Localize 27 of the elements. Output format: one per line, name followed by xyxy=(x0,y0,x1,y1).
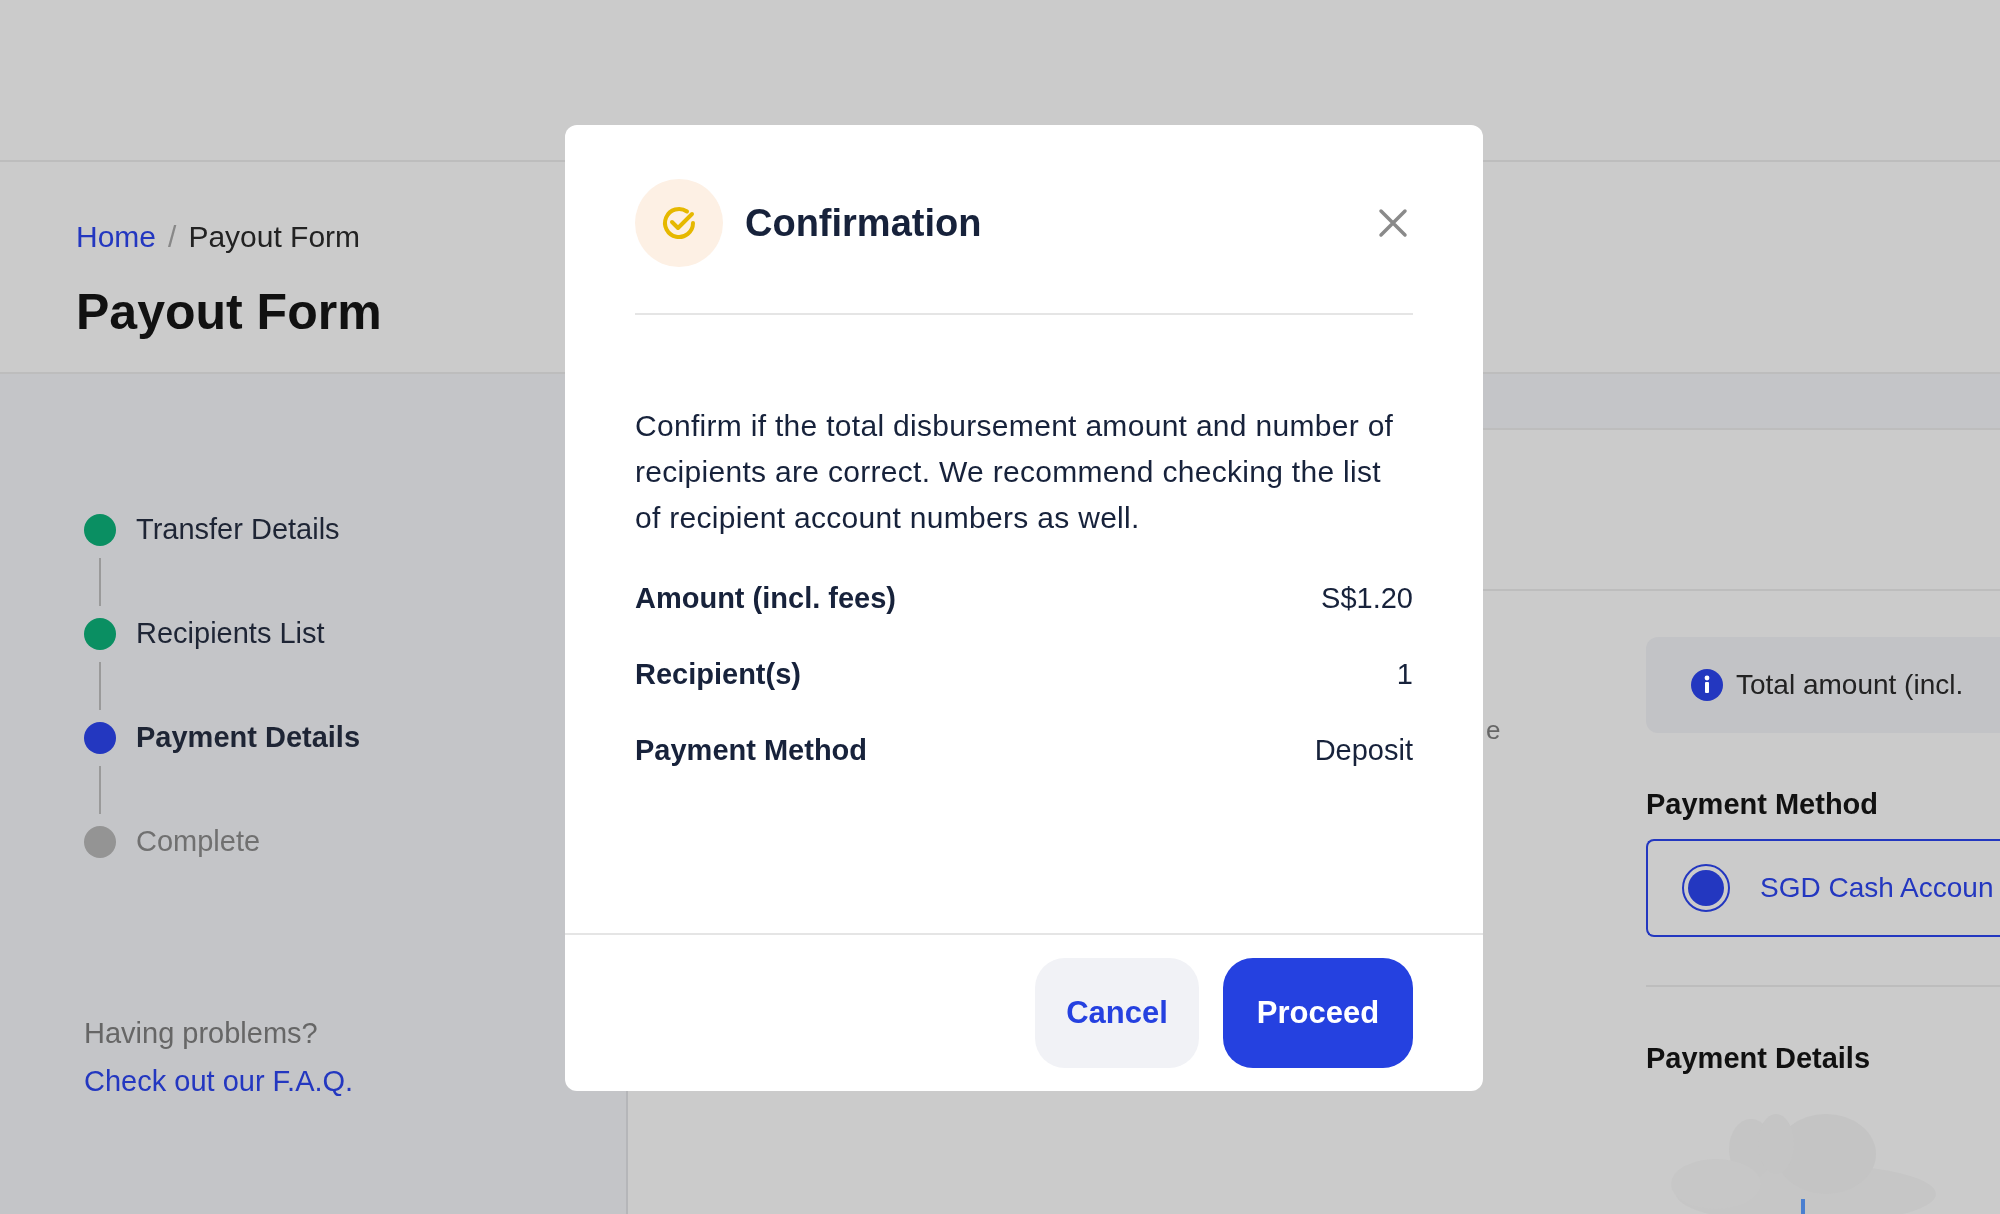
cancel-button[interactable]: Cancel xyxy=(1035,958,1199,1068)
step-label: Complete xyxy=(136,824,261,860)
info-text: Total amount (incl. xyxy=(1736,668,1964,702)
step-label: Transfer Details xyxy=(136,512,340,548)
row-label: Recipient(s) xyxy=(635,657,801,693)
row-value: 1 xyxy=(1396,657,1413,693)
breadcrumb-link[interactable]: Home xyxy=(76,214,157,259)
row-label: Amount (incl. fees) xyxy=(635,581,896,617)
breadcrumb-separator: / xyxy=(168,219,177,255)
step-label: Recipients List xyxy=(136,616,325,652)
breadcrumb-current: Payout Form xyxy=(188,219,361,255)
payment-option[interactable]: SGD Cash Accoun xyxy=(1646,838,2000,937)
page-title: Payout Form xyxy=(76,283,383,342)
help-text: Having problems? xyxy=(84,1016,319,1051)
dialog-title: Confirmation xyxy=(745,200,983,246)
step-label: Payment Details xyxy=(136,720,361,756)
text-fragment: e xyxy=(1486,715,1501,745)
section-heading: Payment Method xyxy=(1646,787,1880,822)
option-label: SGD Cash Accoun xyxy=(1760,870,1994,905)
row-value: Deposit xyxy=(1314,733,1413,769)
dialog-message: Confirm if the total disbursement amount and number of recipients are correct. We recommend checking the list of recipient account numbers as well. xyxy=(635,408,1395,536)
row-value: S$1.20 xyxy=(1321,581,1413,617)
radio-button[interactable] xyxy=(1682,863,1730,912)
section-heading: Payment Details xyxy=(1646,1040,1872,1076)
info-icon xyxy=(1690,668,1724,702)
proceed-button[interactable]: Proceed xyxy=(1223,958,1413,1068)
row-label: Payment Method xyxy=(635,733,868,769)
